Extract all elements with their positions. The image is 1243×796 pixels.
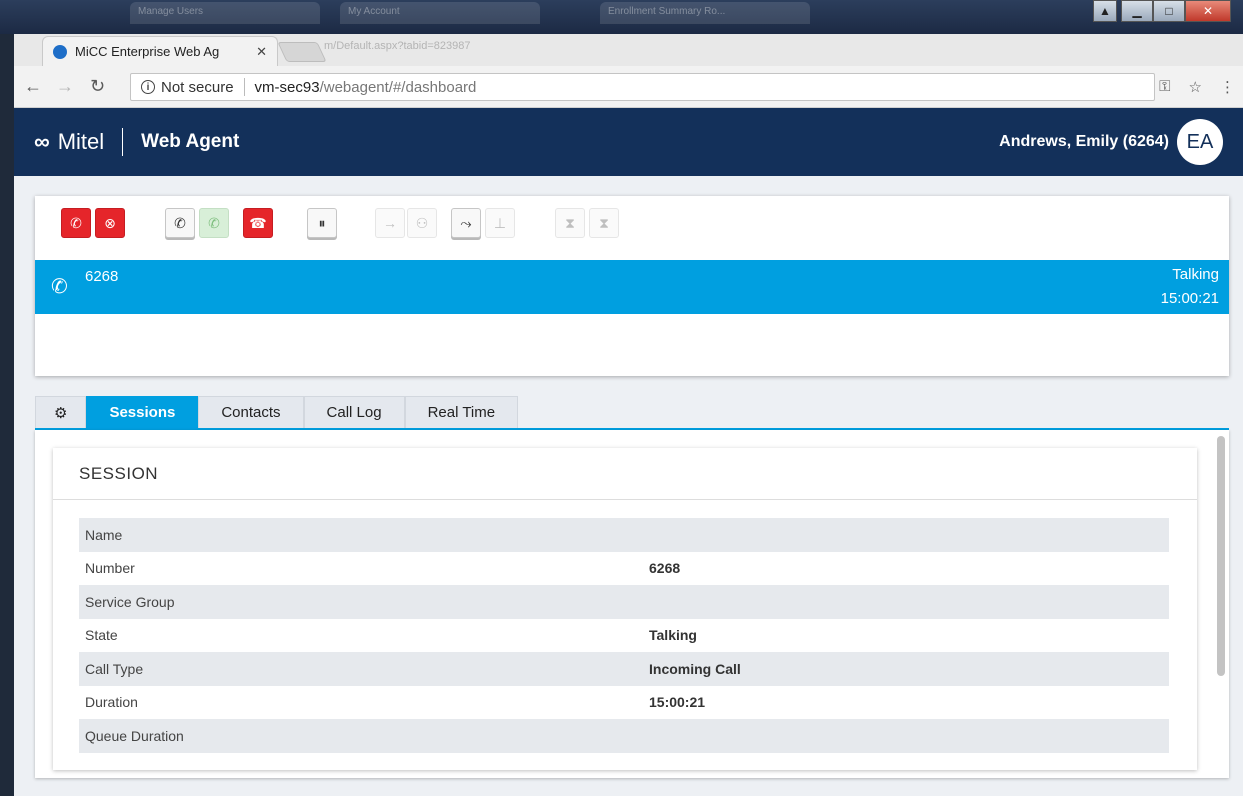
maximize-button[interactable]: □ [1153,0,1185,22]
key-icon[interactable]: ⚿ [1159,78,1170,96]
window-controls: ▲ ▁ □ ✕ [1093,0,1231,22]
ghost-url: m/Default.aspx?tabid=823987 [324,40,471,52]
field-value: Talking [649,627,697,644]
answer-phone-icon[interactable]: ✆ [199,208,229,238]
wrap-up-icon[interactable]: ⧗ [555,208,585,238]
hangup-icon[interactable]: ☎ [243,208,273,238]
consult-transfer-icon[interactable]: ⤳ [451,208,481,238]
field-label: Call Type [85,660,144,677]
reload-icon[interactable]: ↻ [90,76,105,97]
ringing-phone-icon: ✆ [51,276,68,298]
session-table: Name Number 6268 Service Group State Tal… [79,518,1169,753]
url-host: vm-sec93 [254,78,320,96]
menu-icon[interactable]: ⋮ [1220,78,1235,96]
avatar[interactable]: EA [1177,119,1223,165]
field-value: 15:00:21 [649,694,706,711]
divider [243,78,245,96]
release-icon[interactable]: ⊗ [95,208,125,238]
field-label: Name [85,526,123,543]
field-value: Incoming Call [649,660,741,677]
table-row: State Talking [79,619,1169,653]
field-label: Service Group [85,593,175,610]
field-value: 6268 [649,560,681,577]
tab-call-log[interactable]: Call Log [303,396,405,428]
dial-phone-icon[interactable]: ✆ [165,208,195,238]
window-profile-button[interactable]: ▲ [1093,0,1117,22]
close-tab-icon[interactable]: ✕ [256,44,267,60]
call-duration: 15:00:21 [1160,290,1219,307]
minimize-button[interactable]: ▁ [1121,0,1153,22]
call-state: Talking [1172,266,1219,283]
session-title: SESSION [53,448,1197,500]
table-row: Number 6268 [79,552,1169,586]
browser-tab-title: MiCC Enterprise Web Ag [75,44,220,59]
background-tab[interactable]: Manage Users [130,2,320,24]
extend-wrap-icon[interactable]: ⧗ [589,208,619,238]
logout-phone-icon[interactable]: ✆ [61,208,91,238]
field-label: State [85,627,118,644]
new-tab-button[interactable] [277,42,327,62]
hold-icon[interactable]: ⏸ [307,208,337,238]
active-call-row[interactable]: ✆ 6268 Talking 15:00:21 [35,260,1229,314]
app-header: ∞ Mitel Web Agent Andrews, Emily (6264) … [14,108,1243,176]
browser-tab-active[interactable]: MiCC Enterprise Web Ag ✕ [42,36,278,66]
url-path: /webagent/#/dashboard [319,78,477,96]
call-toolbar: ✆ ⊗ ✆ ✆ ☎ ⏸ → ⚇ ⤳ ⊥ ⧗ ⧗ [35,196,1229,252]
logo-text: Mitel [57,129,105,154]
call-panel: ✆ ⊗ ✆ ✆ ☎ ⏸ → ⚇ ⤳ ⊥ ⧗ ⧗ ✆ 6268 Talking 1… [35,196,1229,376]
park-icon[interactable]: ⊥ [485,208,515,238]
user-name[interactable]: Andrews, Emily (6264) [999,133,1169,151]
tab-contacts[interactable]: Contacts [198,396,304,428]
table-row: Call Type Incoming Call [79,652,1169,686]
background-tab[interactable]: Enrollment Summary Ro... [600,2,810,24]
table-row: Name [79,518,1169,552]
table-row: Service Group [79,585,1169,619]
info-icon[interactable]: i [141,80,155,94]
scrollbar[interactable] [1217,436,1225,676]
conference-icon[interactable]: ⚇ [407,208,437,238]
session-card: SESSION Name Number 6268 Service Group S… [53,448,1197,770]
settings-gear-icon[interactable]: ⚙ [35,396,87,428]
tab-real-time[interactable]: Real Time [404,396,519,428]
divider [122,128,124,156]
forward-arrow-icon[interactable]: → [56,76,74,97]
field-label: Duration [85,694,138,711]
background-tab[interactable]: My Account [340,2,540,24]
call-number: 6268 [85,268,119,285]
favicon-icon [53,44,67,59]
tab-sessions[interactable]: Sessions [86,396,199,428]
address-actions: ⚿ ☆ ⋮ [1159,78,1235,96]
browser-toolbar: ← → ↻ i Not secure vm-sec93/webagent/#/d… [14,66,1243,108]
tab-bar: ⚙ Sessions Contacts Call Log Real Time [35,396,519,428]
sessions-content: SESSION Name Number 6268 Service Group S… [35,430,1229,778]
table-row: Queue Duration [79,719,1169,753]
browser-tab-strip: MiCC Enterprise Web Ag ✕ m/Default.aspx?… [14,34,1243,66]
field-label: Queue Duration [85,727,184,744]
window-titlebar: Manage Users My Account Enrollment Summa… [0,0,1243,34]
mitel-logo-icon: ∞ [34,129,50,154]
close-window-button[interactable]: ✕ [1185,0,1231,22]
security-label: Not secure [161,78,234,96]
product-title: Web Agent [141,131,240,152]
app-area: ∞ Mitel Web Agent Andrews, Emily (6264) … [14,108,1243,796]
field-label: Number [85,560,135,577]
back-arrow-icon[interactable]: ← [24,76,42,97]
table-row: Duration 15:00:21 [79,686,1169,720]
transfer-icon[interactable]: → [375,208,405,238]
address-bar[interactable]: i Not secure vm-sec93/webagent/#/dashboa… [130,73,1155,101]
star-icon[interactable]: ☆ [1189,78,1202,96]
